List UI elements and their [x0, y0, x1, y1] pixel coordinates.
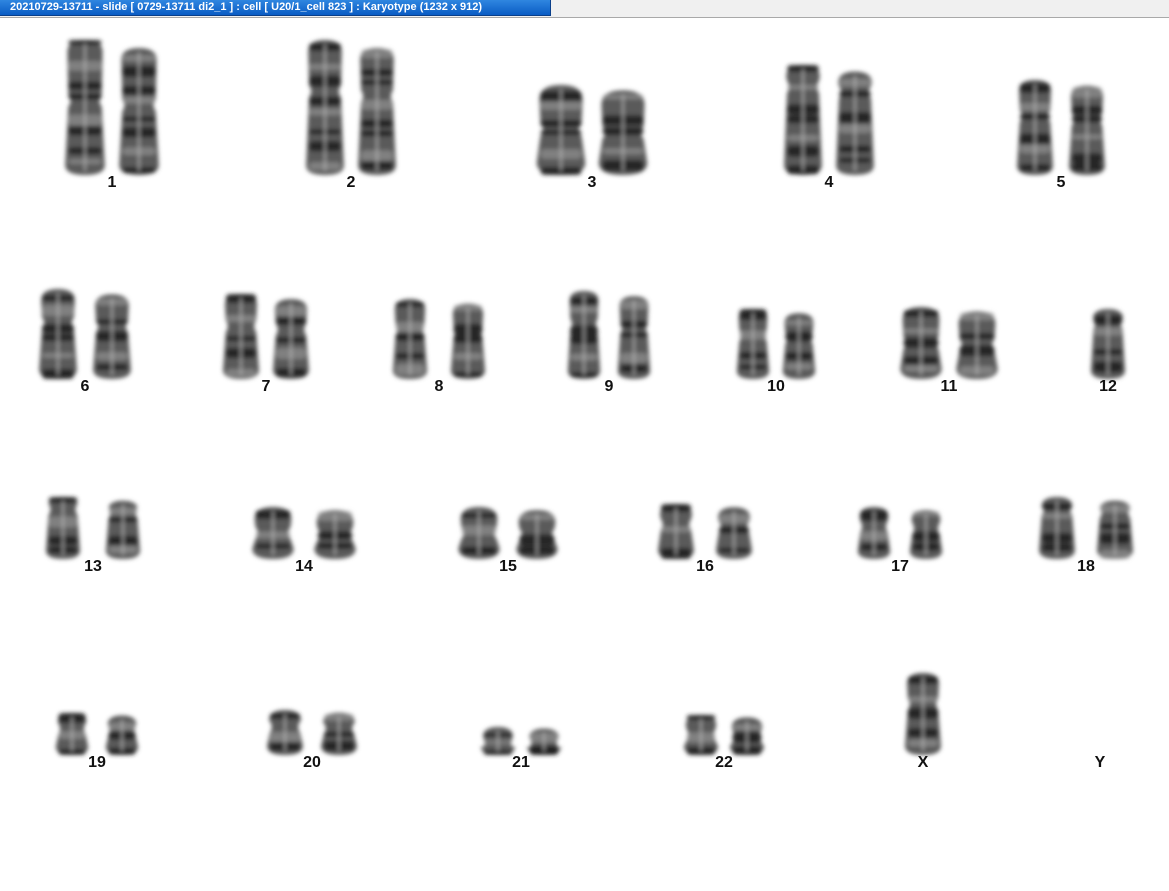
chromosome-label-6: 6: [80, 378, 90, 395]
chromosome-22-1[interactable]: [683, 715, 719, 755]
chromosome-8-1[interactable]: [392, 299, 428, 379]
chromosome-4-2[interactable]: [836, 71, 874, 175]
chromosome-image-6[interactable]: [27, 279, 143, 389]
chromosome-5-2[interactable]: [1069, 85, 1105, 175]
chromosome-image-1[interactable]: [53, 30, 171, 185]
chromosome-image-12[interactable]: [1079, 299, 1137, 389]
chromosome-7-1[interactable]: [223, 294, 259, 379]
chromosome-label-x: X: [917, 754, 929, 771]
chromosome-12-1[interactable]: [1090, 309, 1126, 379]
chromosome-22-2[interactable]: [729, 717, 765, 755]
chromosome-label-y: Y: [1094, 754, 1106, 771]
chromosome-image-13[interactable]: [34, 487, 152, 569]
karyotype-canvas: 1 2 3 4 5 6 7 8 9 10 11 12 13 14 15 16 17 18 19 20 21 22 X Y: [0, 18, 1169, 891]
chromosome-label-11: 11: [940, 378, 958, 395]
chromosome-image-3[interactable]: [524, 75, 660, 185]
chromosome-image-11[interactable]: [888, 297, 1010, 389]
chromosome-10-2[interactable]: [782, 313, 816, 379]
chromosome-11-1[interactable]: [900, 307, 942, 379]
chromosome-label-9: 9: [604, 378, 614, 395]
chromosome-x-1[interactable]: [905, 673, 941, 755]
chromosome-5-1[interactable]: [1017, 80, 1053, 175]
chromosome-label-18: 18: [1077, 558, 1095, 575]
chromosome-17-2[interactable]: [909, 510, 943, 559]
chromosome-label-13: 13: [84, 558, 102, 575]
chromosome-2-2[interactable]: [358, 48, 396, 175]
chromosome-1-2[interactable]: [119, 48, 159, 175]
window-title: 20210729-13711 - slide [ 0729-13711 di2_…: [10, 1, 483, 13]
chromosome-label-15: 15: [499, 558, 517, 575]
chromosome-19-1[interactable]: [55, 713, 89, 755]
chromosome-image-8[interactable]: [381, 289, 497, 389]
chromosome-image-18[interactable]: [1027, 487, 1145, 569]
chromosome-20-1[interactable]: [267, 710, 303, 755]
chromosome-13-2[interactable]: [105, 500, 141, 559]
chromosome-label-1: 1: [107, 174, 117, 191]
chromosome-label-5: 5: [1056, 174, 1066, 191]
chromosome-6-1[interactable]: [39, 289, 77, 379]
chromosome-7-2[interactable]: [273, 299, 309, 379]
chromosome-19-2[interactable]: [105, 715, 139, 755]
chromosome-label-4: 4: [824, 174, 834, 191]
chromosome-11-2[interactable]: [956, 311, 998, 379]
chromosome-21-2[interactable]: [526, 728, 562, 755]
chromosome-17-1[interactable]: [857, 507, 891, 559]
chromosome-1-1[interactable]: [65, 40, 105, 175]
chromosome-image-7[interactable]: [211, 284, 321, 389]
chromosome-6-2[interactable]: [93, 294, 131, 379]
chromosome-label-19: 19: [88, 754, 106, 771]
chromosome-3-1[interactable]: [536, 85, 586, 175]
chromosome-label-20: 20: [303, 754, 321, 771]
chromosome-image-4[interactable]: [772, 55, 886, 185]
chromosome-3-2[interactable]: [598, 90, 648, 175]
chromosome-8-2[interactable]: [450, 303, 486, 379]
chromosome-15-1[interactable]: [458, 507, 500, 559]
chromosome-18-2[interactable]: [1097, 500, 1133, 559]
chromosome-label-16: 16: [696, 558, 714, 575]
chromosome-16-1[interactable]: [658, 504, 694, 559]
chromosome-18-1[interactable]: [1039, 497, 1075, 559]
chromosome-image-9[interactable]: [556, 281, 662, 389]
chromosome-9-1[interactable]: [567, 291, 601, 379]
window-title-tab[interactable]: 20210729-13711 - slide [ 0729-13711 di2_…: [0, 0, 551, 16]
chromosome-label-21: 21: [512, 754, 530, 771]
title-bar: 20210729-13711 - slide [ 0729-13711 di2_…: [0, 0, 1169, 18]
chromosome-label-7: 7: [261, 378, 271, 395]
chromosome-label-12: 12: [1099, 378, 1117, 395]
chromosome-16-2[interactable]: [716, 507, 752, 559]
chromosome-14-1[interactable]: [252, 507, 294, 559]
chromosome-image-5[interactable]: [1005, 70, 1117, 185]
chromosome-label-8: 8: [434, 378, 444, 395]
chromosome-20-2[interactable]: [321, 712, 357, 755]
chromosome-14-2[interactable]: [314, 510, 356, 559]
chromosome-label-3: 3: [587, 174, 597, 191]
chromosome-label-22: 22: [715, 754, 733, 771]
chromosome-image-2[interactable]: [294, 30, 408, 185]
chromosome-9-2[interactable]: [617, 296, 651, 379]
chromosome-10-1[interactable]: [736, 309, 770, 379]
chromosome-4-1[interactable]: [784, 65, 822, 175]
chromosome-image-x[interactable]: [893, 663, 953, 765]
chromosome-21-1[interactable]: [480, 727, 516, 755]
chromosome-label-10: 10: [767, 378, 785, 395]
chromosome-13-1[interactable]: [45, 497, 81, 559]
chromosome-2-1[interactable]: [306, 40, 344, 175]
chromosome-label-17: 17: [891, 558, 909, 575]
chromosome-15-2[interactable]: [516, 510, 558, 559]
chromosome-label-14: 14: [295, 558, 313, 575]
chromosome-label-2: 2: [346, 174, 356, 191]
chromosome-image-10[interactable]: [725, 299, 827, 389]
